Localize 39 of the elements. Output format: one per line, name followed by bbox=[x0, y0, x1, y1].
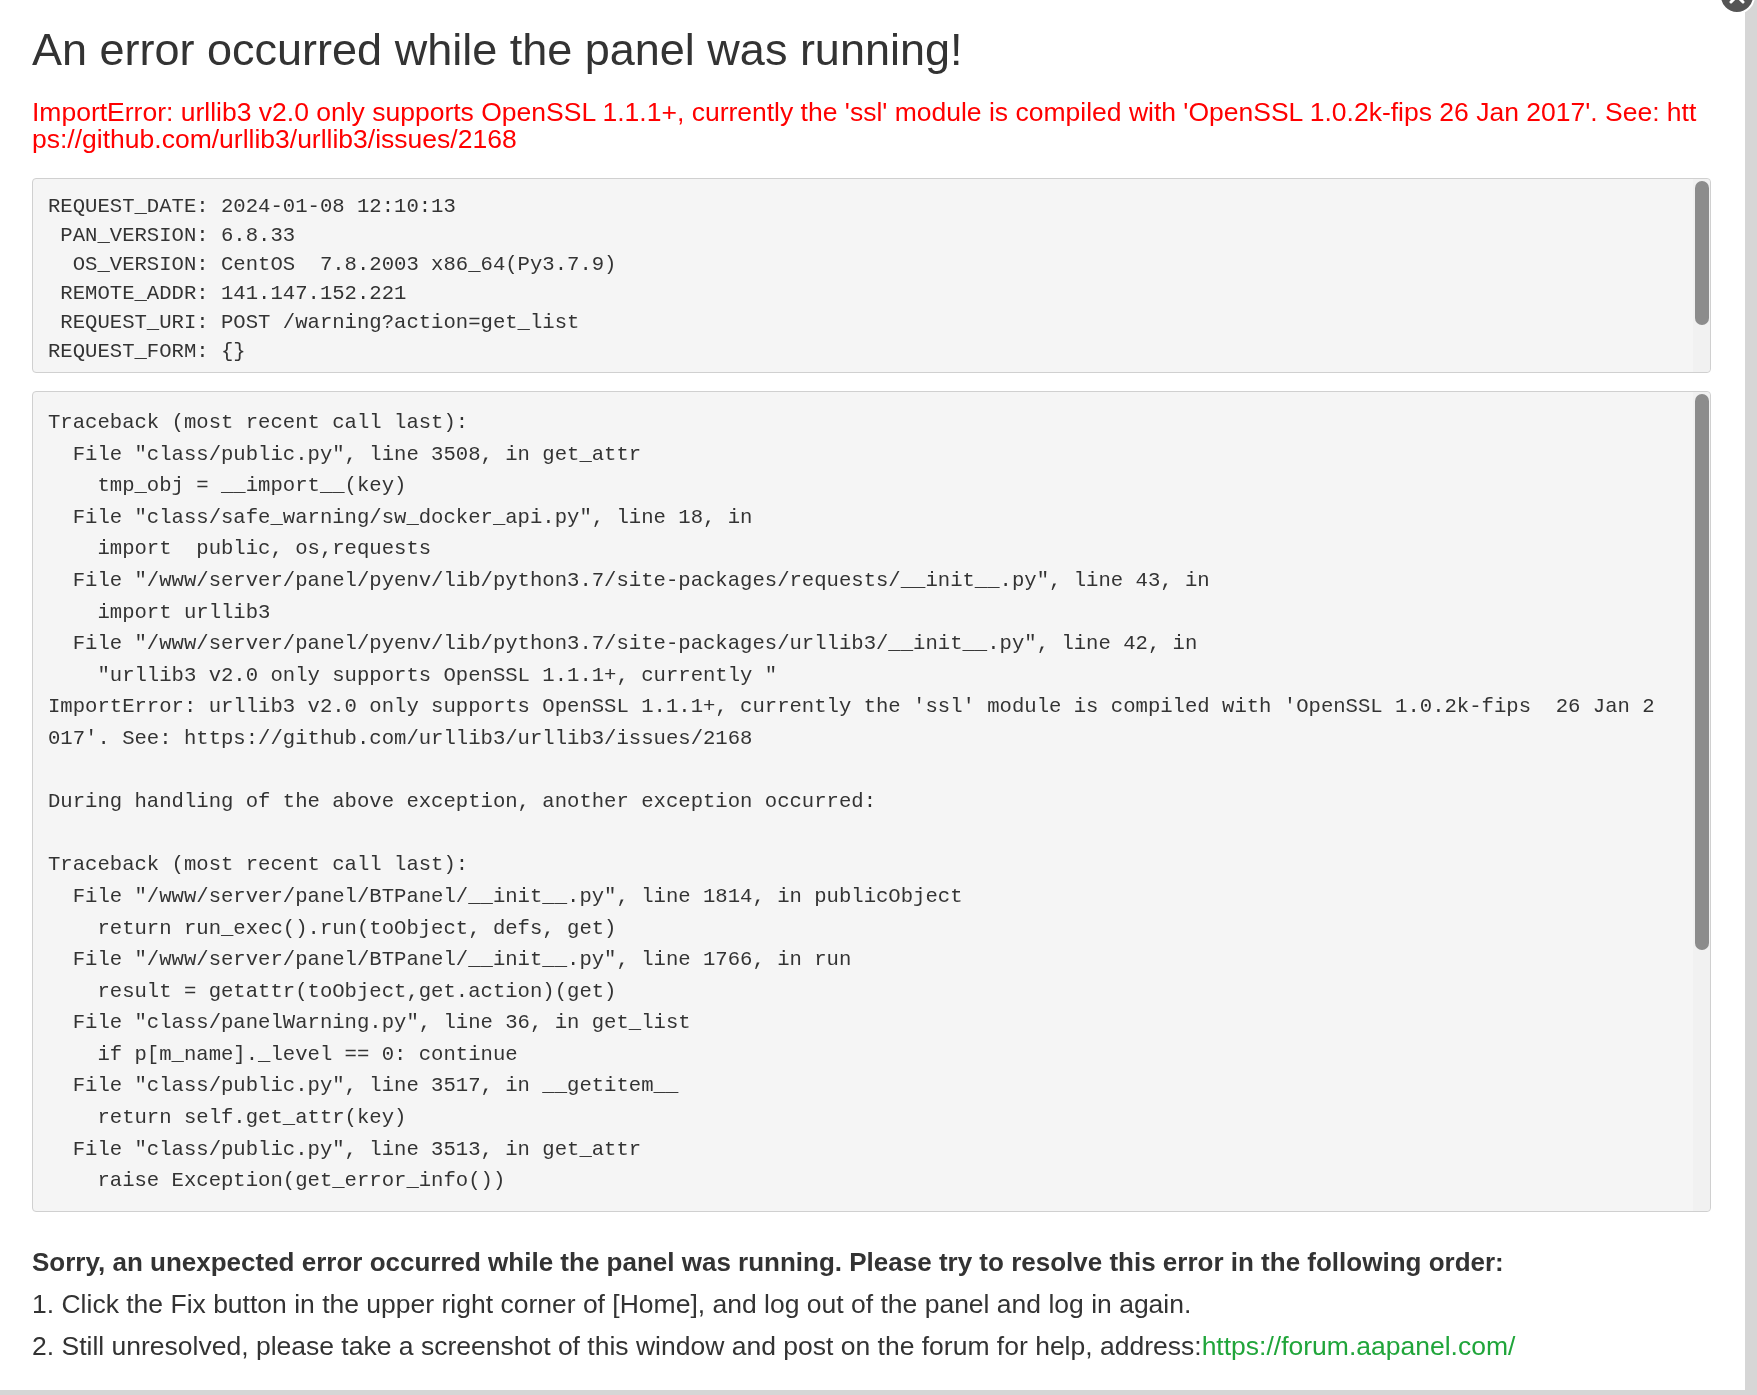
traceback-line: result = getattr(toObject,get.action)(get) bbox=[96, 978, 617, 1005]
traceback-line: File "class/public.py", line 3513, in get_attr bbox=[71, 1136, 642, 1163]
traceback-line: File "class/public.py", line 3508, in get_attr bbox=[71, 441, 642, 468]
request-info-line: PAN_VERSION: 6.8.33 bbox=[59, 223, 296, 249]
traceback-line: File "/www/server/panel/pyenv/lib/python3.7/site-packages/requests/__init__.py", line 43, in bbox=[71, 567, 1210, 594]
request-info-line: REMOTE_ADDR: 141.147.152.221 bbox=[59, 281, 407, 307]
traceback-line: Traceback (most recent call last): bbox=[48, 410, 469, 436]
request-info-line: REQUEST_DATE: 2024-01-08 12:10:13 bbox=[48, 194, 456, 220]
traceback-line: import urllib3 bbox=[96, 599, 271, 626]
request-info-line: REQUEST_FORM: {} bbox=[48, 339, 246, 365]
error-message: ImportError: urllib3 v2.0 only supports OpenSSL 1.1.1+, currently the 'ssl' module is compiled with 'OpenSSL 1.0.2k-fips 26 Jan 2017'. See: https://github.com/urllib3/urllib3/issues/2168 bbox=[32, 99, 1697, 153]
traceback-line: return run_exec().run(toObject, defs, get) bbox=[96, 915, 617, 942]
request-info-line: REQUEST_URI: POST /warning?action=get_list bbox=[59, 310, 580, 336]
scrollbar-track[interactable] bbox=[1693, 179, 1710, 372]
scrollbar-track[interactable] bbox=[1693, 392, 1710, 1211]
traceback-line: if p[m_name]._level == 0: continue bbox=[96, 1041, 518, 1068]
traceback-line: tmp_obj = __import__(key) bbox=[96, 473, 407, 500]
traceback-line: File "class/public.py", line 3517, in __getitem__ bbox=[71, 1073, 679, 1100]
traceback-line: return self.get_attr(key) bbox=[96, 1105, 407, 1132]
traceback-line: File "/www/server/panel/BTPanel/__init__.py", line 1766, in run bbox=[71, 947, 852, 974]
help-heading: Sorry, an unexpected error occurred while the panel was running. Please try to resolve this error in the following order: bbox=[32, 1246, 1504, 1279]
traceback-line: import public, os,requests bbox=[96, 536, 432, 563]
request-info-line: OS_VERSION: CentOS 7.8.2003 x86_64(Py3.7.9) bbox=[71, 252, 617, 278]
traceback-line: File "class/safe_warning/sw_docker_api.py", line 18, in bbox=[71, 504, 753, 531]
scrollbar-thumb[interactable] bbox=[1694, 181, 1709, 325]
traceback-line: 017'. See: https://github.com/urllib3/urllib3/issues/2168 bbox=[48, 725, 753, 752]
forum-link[interactable]: https://forum.aapanel.com/ bbox=[1201, 1331, 1516, 1361]
help-step: 1. Click the Fix button in the upper right corner of [Home], and log out of the panel and log in again. bbox=[32, 1283, 1192, 1325]
dialog-title: An error occurred while the panel was running! bbox=[32, 23, 963, 77]
traceback-line: File "/www/server/panel/BTPanel/__init__.py", line 1814, in publicObject bbox=[71, 883, 963, 910]
help-step: 2. Still unresolved, please take a screenshot of this window and post on the forum for help, address:https://forum.aapanel.com/ bbox=[32, 1325, 1516, 1367]
traceback-line: File "class/panelWarning.py", line 36, in get_list bbox=[71, 1010, 691, 1037]
traceback-line: During handling of the above exception, another exception occurred: bbox=[48, 789, 876, 816]
scrollbar-thumb[interactable] bbox=[1694, 394, 1709, 950]
traceback-line: Traceback (most recent call last): bbox=[48, 852, 469, 879]
traceback-line: ImportError: urllib3 v2.0 only supports OpenSSL 1.1.1+, currently the 'ssl' module is compiled with 'OpenSSL 1.0.2k-fips 26 Jan 2 bbox=[48, 694, 1655, 721]
traceback-line: raise Exception(get_error_info()) bbox=[96, 1168, 506, 1195]
traceback-line: "urllib3 v2.0 only supports OpenSSL 1.1.1+, currently " bbox=[96, 662, 778, 689]
traceback-line: File "/www/server/panel/pyenv/lib/python3.7/site-packages/urllib3/__init__.py", line 42, in bbox=[71, 631, 1198, 658]
